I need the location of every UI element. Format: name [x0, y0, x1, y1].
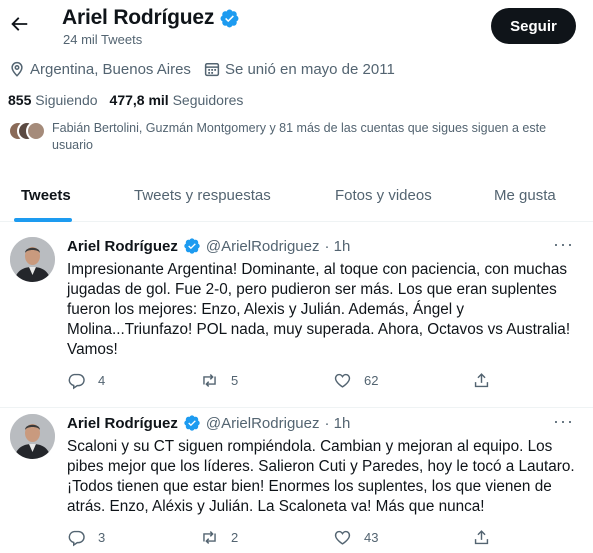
- tweet[interactable]: Ariel Rodríguez @ArielRodriguez · 1h ···…: [0, 408, 593, 553]
- like-button[interactable]: 43: [333, 528, 378, 547]
- reply-count: 3: [98, 530, 106, 545]
- tweet[interactable]: Ariel Rodríguez @ArielRodriguez · 1h ···…: [0, 222, 593, 408]
- profile-tabs: Tweets Tweets y respuestas Fotos y video…: [0, 172, 593, 222]
- tweet-text: Scaloni y su CT siguen rompiéndola. Camb…: [67, 437, 577, 517]
- calendar-icon: [204, 63, 220, 77]
- reply-button[interactable]: 4: [67, 371, 105, 390]
- tweet-author-handle[interactable]: @ArielRodriguez: [206, 238, 320, 255]
- like-button[interactable]: 62: [333, 371, 378, 390]
- followers-link[interactable]: 477,8 mil Seguidores: [110, 92, 244, 108]
- followed-by-text: Fabián Bertolini, Guzmán Montgomery y 81…: [52, 121, 547, 152]
- following-count: 855: [8, 92, 32, 108]
- heart-icon: [334, 530, 351, 545]
- verified-badge-icon: [184, 238, 200, 254]
- tweet-count: 24 mil Tweets: [63, 32, 143, 47]
- tweet-text: Impresionante Argentina! Dominante, al t…: [67, 260, 577, 360]
- following-link[interactable]: 855 Siguiendo: [8, 92, 98, 108]
- tweet-header: Ariel Rodríguez @ArielRodriguez · 1h: [67, 237, 350, 255]
- share-icon: [474, 373, 489, 388]
- followers-you-know[interactable]: Fabián Bertolini, Guzmán Montgomery y 81…: [8, 120, 588, 154]
- tab-tweets-replies[interactable]: Tweets y respuestas: [134, 187, 271, 204]
- location-item: Argentina, Buenos Aires: [8, 60, 191, 78]
- joined-item: Se unió en mayo de 2011: [203, 60, 395, 78]
- reply-icon: [68, 530, 85, 547]
- following-label: Siguiendo: [35, 92, 98, 108]
- tweet-author-name[interactable]: Ariel Rodríguez: [67, 238, 178, 255]
- like-count: 43: [364, 530, 379, 545]
- tweet-text-line: Vamos!: [67, 341, 118, 358]
- avatar[interactable]: [10, 237, 55, 282]
- retweet-count: 2: [231, 530, 239, 545]
- verified-badge-icon: [220, 9, 239, 27]
- share-button[interactable]: [472, 371, 491, 390]
- back-arrow-icon[interactable]: [8, 13, 30, 35]
- avatar-photo-icon: [10, 414, 55, 459]
- tweet-text-line: jugadas de gol. Fue 2-0, pero pudieron s…: [67, 281, 557, 298]
- retweet-count: 5: [231, 373, 239, 388]
- tab-media[interactable]: Fotos y videos: [335, 187, 432, 204]
- more-options-icon[interactable]: ···: [553, 234, 574, 255]
- heart-icon: [334, 373, 351, 388]
- share-button[interactable]: [472, 528, 491, 547]
- tweet-text-line: ¡Todos tienen que estar bien! Enormes lo…: [67, 478, 552, 495]
- followers-label: Seguidores: [172, 92, 244, 108]
- tweet-timestamp[interactable]: · 1h: [324, 238, 350, 255]
- follow-button[interactable]: Seguir: [491, 8, 576, 44]
- reply-count: 4: [98, 373, 106, 388]
- tweet-text-line: fueron los mejores: Enzo, Alexis y Juliá…: [67, 301, 465, 318]
- avatar: [26, 121, 46, 141]
- profile-name: Ariel Rodríguez: [62, 6, 215, 29]
- profile-meta: Argentina, Buenos Aires Se unió en mayo …: [8, 60, 407, 78]
- profile-name-row: Ariel Rodríguez: [62, 6, 240, 30]
- tweet-timestamp[interactable]: · 1h: [324, 415, 350, 432]
- retweet-icon: [203, 531, 216, 544]
- follow-stats: 855 Siguiendo 477,8 mil Seguidores: [8, 92, 243, 108]
- tweet-author-name[interactable]: Ariel Rodríguez: [67, 415, 178, 432]
- verified-badge-icon: [184, 415, 200, 431]
- tweet-text-line: Impresionante Argentina! Dominante, al t…: [67, 261, 568, 278]
- avatar[interactable]: [10, 414, 55, 459]
- followers-count: 477,8 mil: [109, 92, 169, 108]
- retweet-button[interactable]: 2: [200, 528, 238, 547]
- profile-header: Ariel Rodríguez 24 mil Tweets Seguir: [0, 0, 593, 52]
- location-pin-icon: [11, 61, 23, 77]
- joined-text: Se unió en mayo de 2011: [224, 60, 395, 78]
- retweet-button[interactable]: 5: [200, 371, 238, 390]
- tab-likes[interactable]: Me gusta: [494, 187, 556, 204]
- retweet-icon: [203, 374, 216, 387]
- avatar-photo-icon: [10, 237, 55, 282]
- share-icon: [474, 530, 489, 545]
- like-count: 62: [364, 373, 379, 388]
- tweet-text-line: Scaloni y su CT siguen rompiéndola. Camb…: [67, 438, 553, 455]
- tweet-actions: 3 2 43: [67, 528, 497, 548]
- more-options-icon[interactable]: ···: [553, 411, 574, 432]
- tweet-text-line: atrás. Enzo, Aléxis y Julián. La Scalone…: [67, 498, 485, 515]
- reply-icon: [68, 373, 85, 390]
- tab-tweets[interactable]: Tweets: [21, 187, 71, 204]
- tweet-header: Ariel Rodríguez @ArielRodriguez · 1h: [67, 414, 350, 432]
- reply-button[interactable]: 3: [67, 528, 105, 547]
- location-text: Argentina, Buenos Aires: [30, 60, 191, 78]
- mutual-avatars: [8, 121, 52, 143]
- tweet-actions: 4 5 62: [67, 371, 497, 391]
- tweet-author-handle[interactable]: @ArielRodriguez: [206, 415, 320, 432]
- tweet-text-line: pibes mejor que los líderes. Salieron Cu…: [67, 458, 575, 475]
- tweet-text-line: Molina...Triunfazo! POL nada, muy supera…: [67, 321, 571, 338]
